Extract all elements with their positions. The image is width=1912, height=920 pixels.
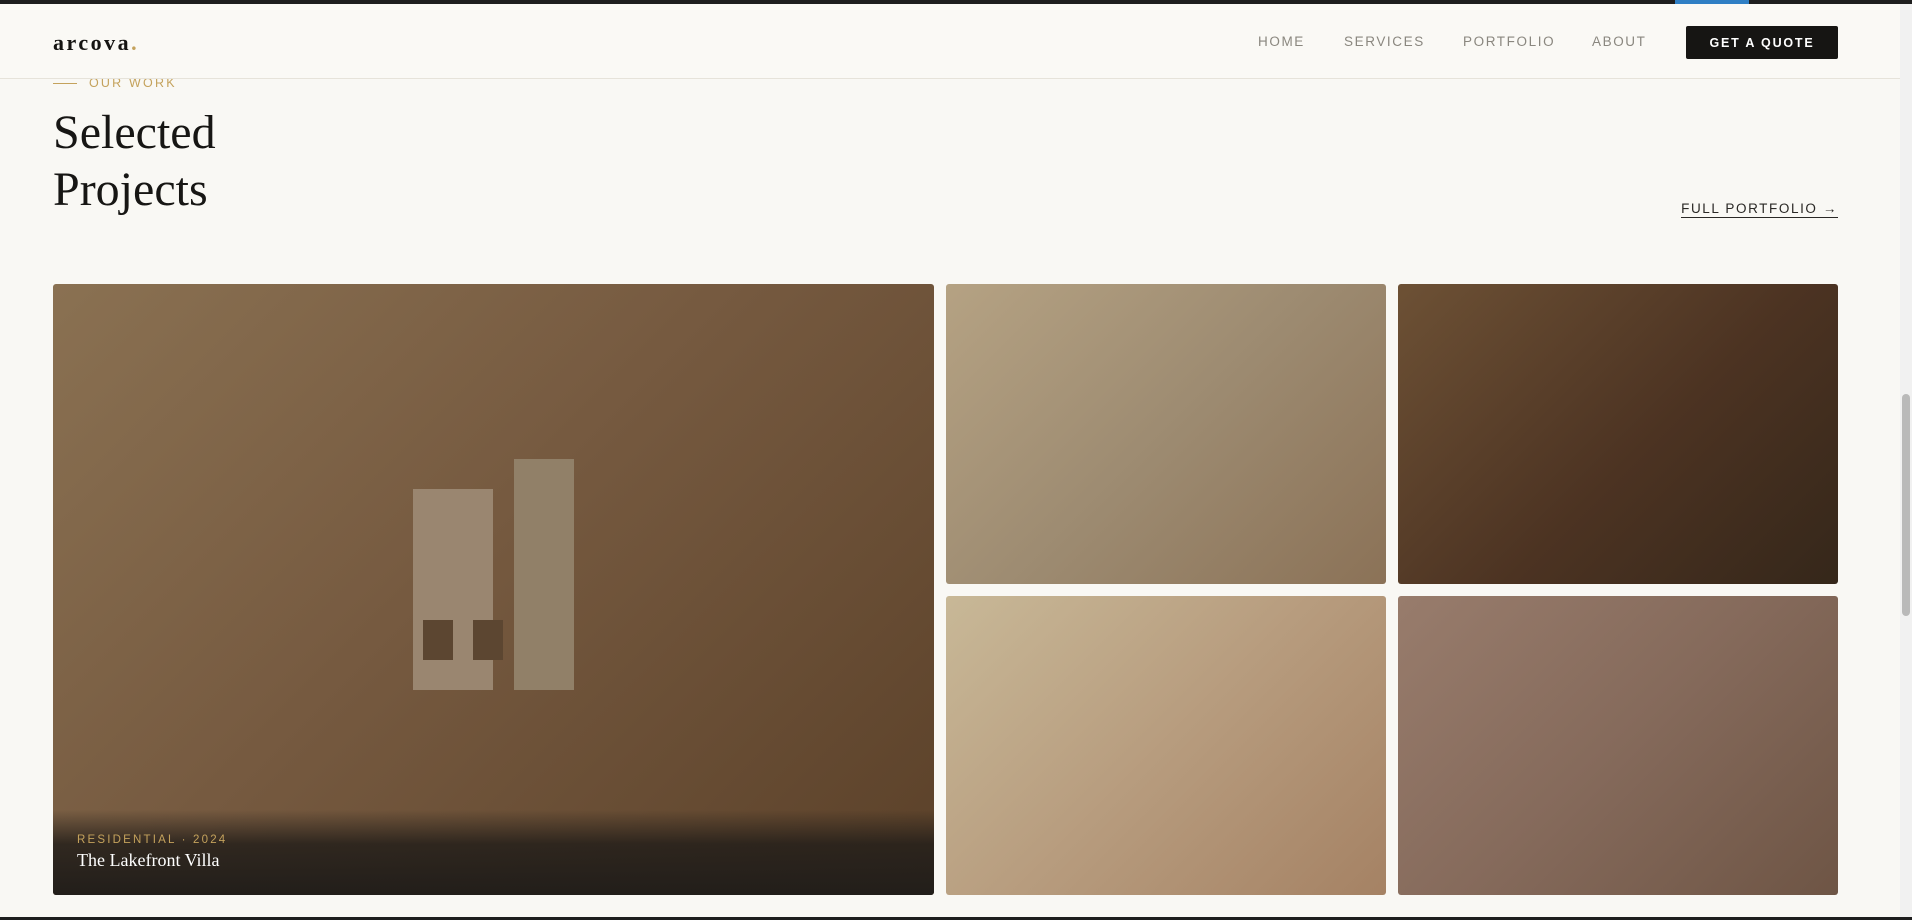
project-card[interactable] xyxy=(1398,284,1838,584)
logo-dot: . xyxy=(131,30,140,55)
vertical-scrollbar[interactable] xyxy=(1900,4,1912,917)
title-line-2: Projects xyxy=(53,163,208,216)
eyebrow-line xyxy=(53,82,77,84)
project-name: The Lakefront Villa xyxy=(77,850,220,870)
project-card[interactable] xyxy=(1398,596,1838,895)
site-header: arcova. HOME SERVICES PORTFOLIO ABOUT GE… xyxy=(0,4,1900,79)
nav-about[interactable]: ABOUT xyxy=(1592,34,1647,49)
full-portfolio-link[interactable]: FULL PORTFOLIO → xyxy=(1681,201,1838,218)
page-viewport: arcova. HOME SERVICES PORTFOLIO ABOUT GE… xyxy=(0,4,1900,917)
nav-portfolio[interactable]: PORTFOLIO xyxy=(1463,34,1555,49)
section-title: Selected Projects xyxy=(53,104,313,218)
nav-services[interactable]: SERVICES xyxy=(1344,34,1425,49)
building-illustration xyxy=(413,459,578,691)
logo[interactable]: arcova. xyxy=(53,30,139,56)
project-meta: RESIDENTIAL · 2024 xyxy=(77,834,228,846)
nav-home[interactable]: HOME xyxy=(1258,34,1305,49)
get-a-quote-button[interactable]: GET A QUOTE xyxy=(1686,26,1838,59)
scrollbar-thumb[interactable] xyxy=(1902,394,1910,616)
building-window xyxy=(473,620,503,660)
title-line-1: Selected xyxy=(53,106,216,159)
logo-text: arcova xyxy=(53,30,132,55)
building-tower-right xyxy=(514,459,574,690)
project-card-featured[interactable]: RESIDENTIAL · 2024 The Lakefront Villa xyxy=(53,284,934,895)
building-window xyxy=(423,620,453,660)
project-card[interactable] xyxy=(946,596,1386,895)
project-card[interactable] xyxy=(946,284,1386,584)
